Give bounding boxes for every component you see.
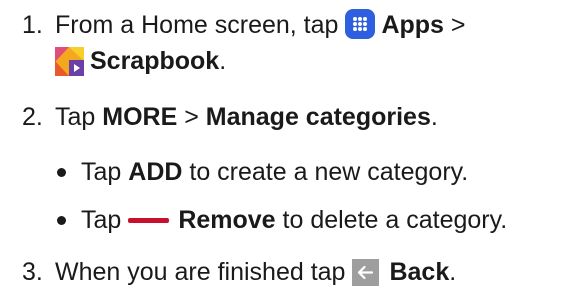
step-3-number: 3. [22, 258, 43, 286]
bullet-2: Tap Remove to delete a category. [57, 203, 507, 237]
step-1-line-1: 1. From a Home screen, tap Apps > [22, 8, 465, 42]
bullet-dot [57, 215, 66, 225]
bullet-dot [57, 167, 66, 177]
step-1-number: 1. [22, 11, 43, 39]
bullet-2-text: Tap [81, 206, 122, 234]
step-2-separator: > [177, 103, 206, 131]
back-arrow-icon [352, 258, 380, 286]
scrapbook-icon [55, 46, 84, 76]
apps-icon [345, 9, 376, 39]
step-1-line-2: Scrapbook . [55, 44, 226, 78]
step-1-separator: > [443, 11, 466, 39]
remove-label: Remove [178, 206, 276, 234]
manage-categories-label: Manage categories [205, 103, 431, 131]
step-2: 2. Tap MORE > Manage categories . [22, 100, 438, 134]
apps-label: Apps [381, 11, 444, 39]
remove-icon [128, 217, 170, 223]
bullet-1-text: Tap [81, 158, 129, 186]
step-1-text: From a Home screen, tap [55, 11, 339, 39]
step-3: 3. When you are finished tap Back . [22, 255, 456, 289]
step-2-number: 2. [22, 103, 43, 131]
bullet-2-rest: to delete a category. [275, 206, 508, 234]
bullet-1-rest: to create a new category. [182, 158, 469, 186]
step-3-text: When you are finished tap [55, 258, 346, 286]
add-label: ADD [128, 158, 183, 186]
step-3-period: . [449, 258, 457, 286]
step-1-period: . [219, 47, 227, 75]
more-label: MORE [102, 103, 178, 131]
bullet-1: Tap ADD to create a new category. [57, 155, 468, 189]
scrapbook-label: Scrapbook [90, 47, 220, 75]
step-2-text: Tap [55, 103, 103, 131]
back-label: Back [389, 258, 450, 286]
step-2-period: . [430, 103, 438, 131]
